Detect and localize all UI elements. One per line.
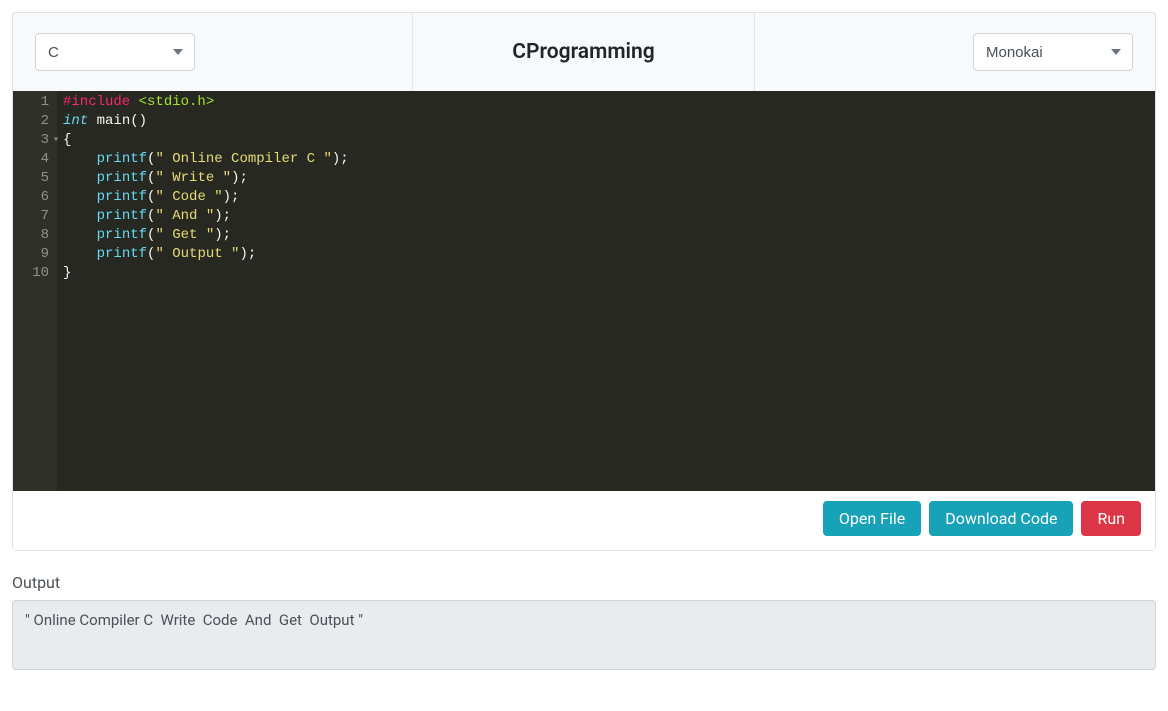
code-token: main [88,113,130,129]
open-file-button[interactable]: Open File [823,501,921,536]
code-token: printf [97,227,147,243]
code-token: printf [97,189,147,205]
code-token: ); [223,189,240,205]
editor-gutter: 12345678910 [13,91,57,491]
line-number: 8 [25,226,49,245]
output-textarea[interactable] [12,600,1156,670]
code-token: printf [97,170,147,186]
code-line[interactable]: int main() [63,112,349,131]
theme-select-wrap: Monokai [973,33,1133,71]
line-number: 6 [25,188,49,207]
code-token: " Code " [155,189,222,205]
code-token [63,227,97,243]
line-number: 7 [25,207,49,226]
code-line[interactable]: printf(" Online Compiler C "); [63,150,349,169]
code-token: " And " [155,208,214,224]
line-number: 4 [25,150,49,169]
code-token: ); [332,151,349,167]
line-number: 2 [25,112,49,131]
code-editor[interactable]: 12345678910 #include <stdio.h>int main()… [13,91,1155,491]
code-token [63,151,97,167]
run-button[interactable]: Run [1081,501,1141,536]
toolbar: C CProgramming Monokai [13,13,1155,91]
code-token [63,189,97,205]
code-token: int [63,113,88,129]
code-line[interactable]: printf(" Code "); [63,188,349,207]
code-token: } [63,265,71,281]
line-number: 5 [25,169,49,188]
theme-select[interactable]: Monokai [973,33,1133,71]
code-token: ); [239,246,256,262]
toolbar-left: C [13,13,413,91]
code-line[interactable]: printf(" Write "); [63,169,349,188]
code-token: #include [63,94,139,110]
line-number: 9 [25,245,49,264]
language-select[interactable]: C [35,33,195,71]
code-line[interactable]: #include <stdio.h> [63,93,349,112]
language-select-wrap: C [35,33,195,71]
code-line[interactable]: { [63,131,349,150]
toolbar-center: CProgramming [413,13,755,91]
code-line[interactable]: printf(" Output "); [63,245,349,264]
code-token: " Online Compiler C " [155,151,331,167]
line-number: 10 [25,264,49,283]
output-label: Output [12,573,1156,592]
code-token [63,246,97,262]
code-token: printf [97,151,147,167]
code-line[interactable]: printf(" And "); [63,207,349,226]
code-token: ); [231,170,248,186]
code-token: " Get " [155,227,214,243]
line-number: 3 [25,131,49,150]
toolbar-right: Monokai [755,13,1155,91]
code-token: ); [214,208,231,224]
code-token [63,170,97,186]
line-number: 1 [25,93,49,112]
code-line[interactable]: printf(" Get "); [63,226,349,245]
code-token: { [63,132,71,148]
code-token: () [130,113,147,129]
page-title: CProgramming [512,40,654,64]
code-token: printf [97,246,147,262]
editor-code[interactable]: #include <stdio.h>int main(){ printf(" O… [57,91,355,491]
code-token: " Output " [155,246,239,262]
download-code-button[interactable]: Download Code [929,501,1073,536]
action-bar: Open File Download Code Run [13,491,1155,550]
code-token: <stdio.h> [139,94,215,110]
code-token: " Write " [155,170,231,186]
code-token: ); [214,227,231,243]
code-token [63,208,97,224]
code-line[interactable]: } [63,264,349,283]
main-panel: C CProgramming Monokai 12345678910 #incl… [12,12,1156,551]
code-token: printf [97,208,147,224]
